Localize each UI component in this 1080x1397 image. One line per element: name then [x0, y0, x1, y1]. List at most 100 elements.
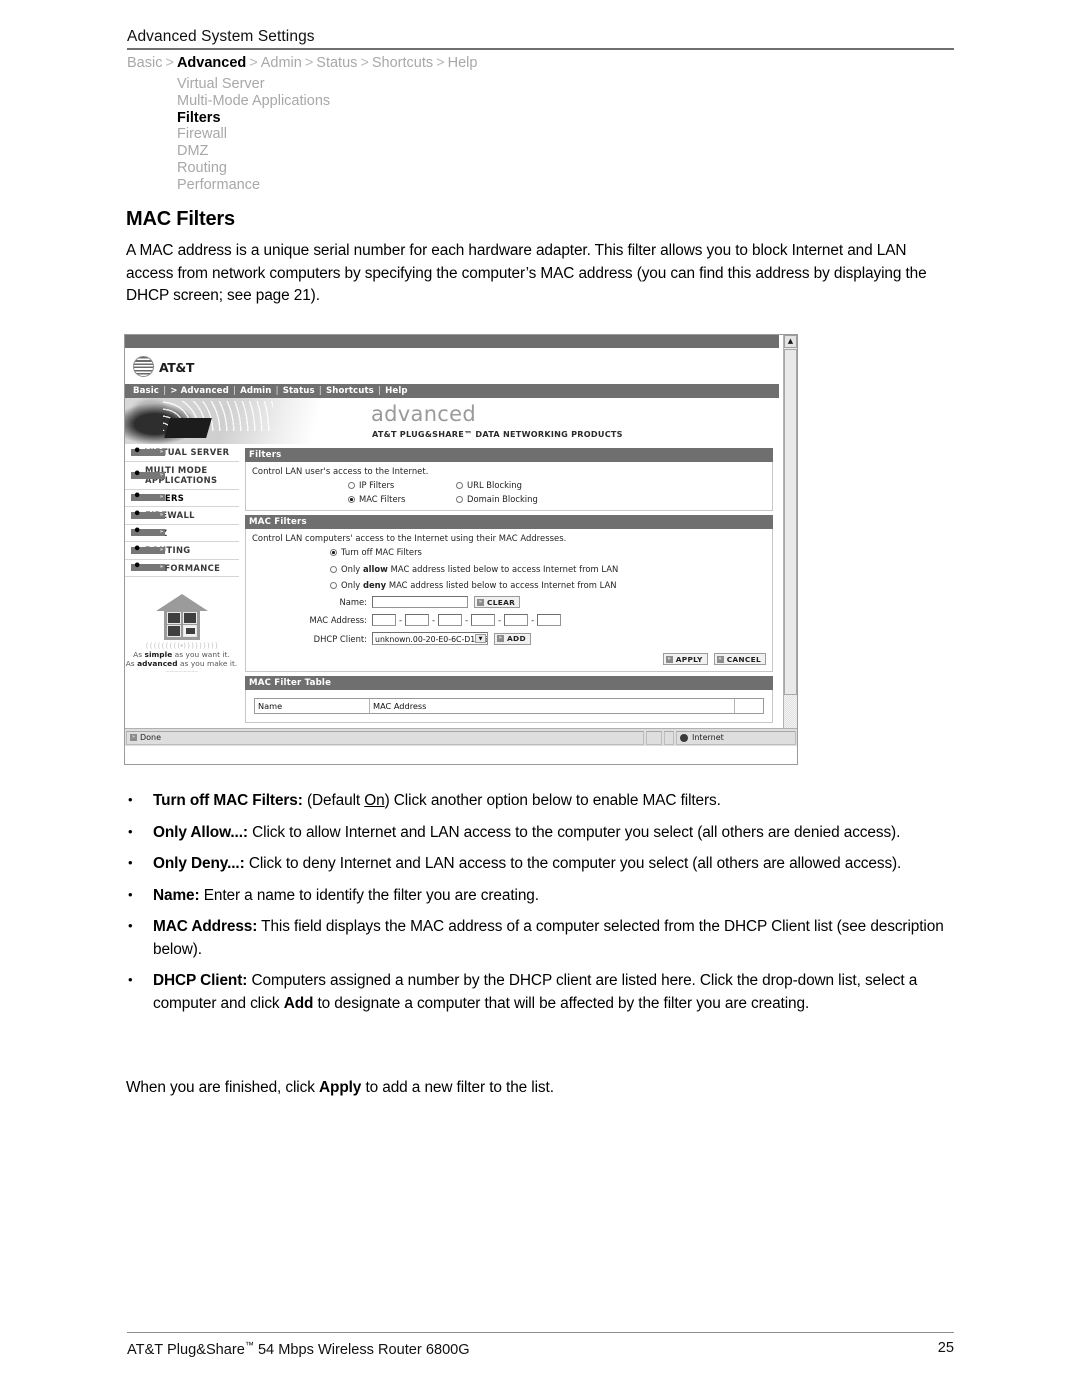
router-nav-item-advanced[interactable]: > Advanced	[166, 386, 233, 396]
footer-product-name: AT&T Plug&Share™ 54 Mbps Wireless Router…	[127, 1340, 470, 1358]
mac-octet-input-2[interactable]	[405, 614, 430, 626]
status-glyph-icon: »	[130, 734, 137, 741]
mac-octet-input-3[interactable]	[438, 614, 463, 626]
filter-option-ip-filters[interactable]: IP Filters	[348, 480, 456, 490]
cancel-button[interactable]: » CANCEL	[713, 653, 766, 665]
bullet-term: MAC Address:	[153, 918, 258, 935]
mac-filter-mode-option-0[interactable]: Turn off MAC Filters	[330, 547, 766, 557]
add-button-glyph-icon: »	[497, 635, 504, 642]
mode-label-emphasis: allow	[362, 564, 388, 574]
mac-octet-input-5[interactable]	[504, 614, 529, 626]
router-sidebar-item-multi-mode-applications[interactable]: »MULTI MODE APPLICATIONS	[125, 462, 239, 490]
breadcrumb-item-basic[interactable]: Basic	[127, 55, 162, 71]
router-nav-bar[interactable]: Basic | > Advanced | Admin | Status | Shortcuts |…	[125, 384, 779, 398]
mac-octet-inputs[interactable]: -----	[372, 614, 564, 626]
router-sidebar-item-filters[interactable]: »FILTERS	[125, 490, 239, 507]
mac-address-field-row: MAC Address: - - - - -	[252, 614, 766, 626]
add-button[interactable]: » ADD	[494, 632, 531, 645]
mac-octet-input-1[interactable]	[372, 614, 396, 626]
name-field-row: Name: » CLEAR	[252, 596, 766, 608]
banner-title: advanced	[371, 402, 477, 426]
subnav-item-dmz[interactable]: DMZ	[177, 143, 330, 160]
bullet-text-pre: This field displays the MAC address of a…	[153, 918, 944, 958]
subnav-item-routing[interactable]: Routing	[177, 160, 330, 177]
sidebar-bullet-icon: »	[131, 448, 165, 456]
radio-icon[interactable]	[330, 582, 337, 589]
router-sidebar-item-performance[interactable]: »PERFORMANCE	[125, 560, 239, 577]
radio-icon[interactable]	[330, 549, 337, 556]
mac-filter-mode-option-1[interactable]: Only allow MAC address listed below to a…	[330, 564, 766, 574]
router-nav-item-shortcuts[interactable]: Shortcuts	[322, 386, 378, 396]
mac-filters-panel: MAC Filters Control LAN computers' acces…	[245, 515, 773, 672]
add-button-label: ADD	[507, 634, 526, 643]
browser-title-bar	[125, 335, 779, 348]
status-blank-section-2	[664, 730, 674, 745]
router-nav-item-help[interactable]: Help	[381, 386, 412, 396]
router-sidebar-item-virtual-server[interactable]: »VIRTUAL SERVER	[125, 444, 239, 462]
breadcrumb-item-admin[interactable]: Admin	[261, 55, 302, 71]
sidebar-bullet-icon: »	[131, 546, 165, 554]
mac-filters-panel-body: Control LAN computers' access to the Int…	[245, 529, 773, 672]
page-number: 25	[937, 1340, 954, 1356]
subnav-item-performance[interactable]: Performance	[177, 177, 330, 194]
mac-octet-input-6[interactable]	[537, 614, 562, 626]
banner: advanced AT&T PLUG&SHARE™ DATA NETWORKIN…	[125, 398, 779, 444]
breadcrumb-item-status[interactable]: Status	[316, 55, 357, 71]
subnav-item-filters[interactable]: Filters	[177, 110, 330, 127]
dhcp-client-select[interactable]: unknown.00-20-E0-6C-D1-46 ▼	[372, 632, 488, 645]
breadcrumb-separator: >	[360, 55, 369, 71]
internet-zone-icon	[680, 733, 688, 742]
sidebar-bullet-icon: »	[131, 511, 165, 519]
breadcrumb-item-help[interactable]: Help	[448, 55, 478, 71]
scrollbar-thumb[interactable]	[784, 349, 797, 695]
router-nav-item-admin[interactable]: Admin	[236, 386, 275, 396]
breadcrumb-item-shortcuts[interactable]: Shortcuts	[372, 55, 433, 71]
tagline-1-bold: simple	[144, 650, 173, 659]
subnav-item-firewall[interactable]: Firewall	[177, 126, 330, 143]
breadcrumb-item-advanced[interactable]: Advanced	[177, 55, 246, 71]
house-window-1	[166, 612, 181, 624]
filters-description: Control LAN user's access to the Interne…	[252, 466, 429, 476]
vertical-scrollbar[interactable]: ▲ ▼	[783, 335, 797, 746]
mac-octet-input-4[interactable]	[471, 614, 496, 626]
bullet-item-2: Only Deny...: Click to deny Internet and…	[126, 852, 954, 876]
chevron-down-icon[interactable]: ▼	[475, 634, 486, 643]
footer-left-post: 54 Mbps Wireless Router 6800G	[253, 1341, 470, 1358]
mac-filter-mode-radio-group[interactable]: Turn off MAC Filters Only allow MAC addre…	[252, 547, 766, 590]
scrollbar-track[interactable]	[784, 695, 797, 732]
bullet-term: Turn off MAC Filters:	[153, 792, 303, 809]
document-page: Advanced System Settings Basic > Advanced >…	[0, 0, 1080, 1397]
filter-option-mac-filters[interactable]: MAC Filters	[348, 494, 456, 504]
closing-bold: Apply	[319, 1079, 362, 1096]
scroll-up-icon[interactable]: ▲	[784, 335, 797, 348]
subnav-item-virtual-server[interactable]: Virtual Server	[177, 76, 330, 93]
breadcrumb-separator: >	[165, 55, 174, 71]
bullet-underlined-value: On	[364, 792, 385, 809]
mac-filter-mode-option-2[interactable]: Only deny MAC address listed below to ac…	[330, 580, 766, 590]
closing-prefix: When you are finished, click	[126, 1079, 319, 1096]
subnav-item-multi-mode-applications[interactable]: Multi-Mode Applications	[177, 93, 330, 110]
house-window-4	[182, 625, 197, 637]
router-nav-item-basic[interactable]: Basic	[129, 386, 163, 396]
name-input[interactable]	[372, 596, 468, 608]
filter-option-domain-blocking[interactable]: Domain Blocking	[456, 494, 766, 504]
mac-filter-table-title: MAC Filter Table	[245, 676, 773, 690]
router-nav-item-status[interactable]: Status	[279, 386, 319, 396]
mode-label-emphasis: deny	[362, 580, 387, 590]
filter-option-label: URL Blocking	[467, 480, 522, 490]
mac-separator: -	[465, 615, 469, 625]
apply-button[interactable]: » APPLY	[662, 653, 708, 665]
clear-button[interactable]: » CLEAR	[474, 596, 521, 608]
radio-icon[interactable]	[456, 482, 463, 489]
radio-icon[interactable]	[348, 496, 355, 503]
router-sidebar-item-dmz[interactable]: »DMZ	[125, 525, 239, 542]
radio-icon[interactable]	[456, 496, 463, 503]
mode-label-post: MAC address listed below to access Inter…	[386, 580, 617, 590]
radio-icon[interactable]	[330, 566, 337, 573]
router-sidebar-item-firewall[interactable]: »FIREWALL	[125, 507, 239, 525]
radio-icon[interactable]	[348, 482, 355, 489]
filter-option-url-blocking[interactable]: URL Blocking	[456, 480, 766, 490]
filters-panel-body: Control LAN user's access to the Interne…	[245, 462, 773, 511]
router-sidebar-item-routing[interactable]: »ROUTING	[125, 542, 239, 560]
filter-type-radio-group[interactable]: IP Filters URL Blocking MAC Filters Domain …	[348, 480, 766, 504]
